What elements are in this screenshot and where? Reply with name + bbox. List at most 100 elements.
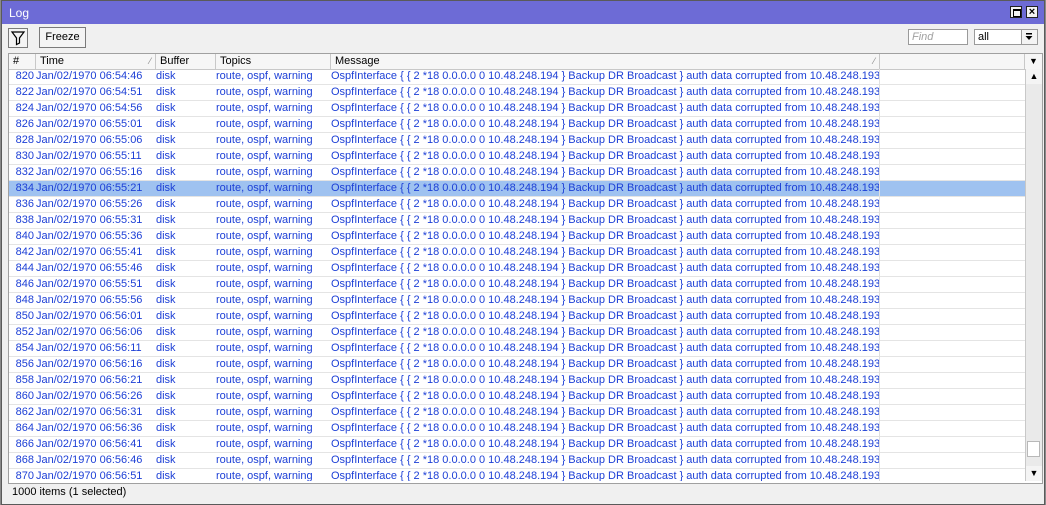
cell-buffer: disk <box>156 390 176 402</box>
column-header-num[interactable]: # <box>9 54 36 69</box>
cell-time: Jan/02/1970 06:56:36 <box>36 422 143 434</box>
cell-buffer: disk <box>156 214 176 226</box>
cell-time: Jan/02/1970 06:56:06 <box>36 326 143 338</box>
cell-buffer: disk <box>156 326 176 338</box>
table-row[interactable]: 862 Jan/02/1970 06:56:31 disk route, ospf, … <box>9 405 1025 421</box>
cell-buffer: disk <box>156 438 176 450</box>
vertical-scrollbar[interactable]: ▲ ▼ <box>1025 69 1042 481</box>
column-num-label: # <box>13 55 20 67</box>
table-row[interactable]: 846 Jan/02/1970 06:55:51 disk route, ospf, … <box>9 277 1025 293</box>
table-row[interactable]: 842 Jan/02/1970 06:55:41 disk route, ospf, … <box>9 245 1025 261</box>
table-row[interactable]: 858 Jan/02/1970 06:56:21 disk route, ospf, … <box>9 373 1025 389</box>
column-divider <box>879 69 880 481</box>
table-row[interactable]: 844 Jan/02/1970 06:55:46 disk route, ospf, … <box>9 261 1025 277</box>
cell-topics: route, ospf, warning <box>216 86 313 98</box>
filter-select[interactable]: all <box>974 29 1038 45</box>
cell-num: 848 <box>15 294 34 306</box>
cell-topics: route, ospf, warning <box>216 166 313 178</box>
column-menu-icon[interactable]: ▼ <box>1025 54 1042 69</box>
filter-select-value: all <box>978 31 990 43</box>
table-row[interactable]: 834 Jan/02/1970 06:55:21 disk route, ospf, … <box>9 181 1025 197</box>
column-header-message[interactable]: Message ⁄ <box>331 54 880 69</box>
cell-topics: route, ospf, warning <box>216 390 313 402</box>
cell-message: OspfInterface { { 2 *18 0.0.0.0 0 10.48.… <box>331 374 879 386</box>
cell-time: Jan/02/1970 06:54:56 <box>36 102 143 114</box>
scroll-up-icon[interactable]: ▲ <box>1026 69 1042 84</box>
scroll-down-icon[interactable]: ▼ <box>1026 466 1042 481</box>
cell-num: 822 <box>15 86 34 98</box>
cell-topics: route, ospf, warning <box>216 214 313 226</box>
table-row[interactable]: 838 Jan/02/1970 06:55:31 disk route, ospf, … <box>9 213 1025 229</box>
cell-message: OspfInterface { { 2 *18 0.0.0.0 0 10.48.… <box>331 438 879 450</box>
table-row[interactable]: 850 Jan/02/1970 06:56:01 disk route, ospf, … <box>9 309 1025 325</box>
cell-topics: route, ospf, warning <box>216 278 313 290</box>
cell-time: Jan/02/1970 06:56:11 <box>36 342 142 354</box>
column-header-topics[interactable]: Topics <box>216 54 331 69</box>
table-row[interactable]: 856 Jan/02/1970 06:56:16 disk route, ospf, … <box>9 357 1025 373</box>
close-icon[interactable]: × <box>1026 6 1038 18</box>
filter-button[interactable] <box>8 28 28 48</box>
cell-num: 832 <box>15 166 34 178</box>
cell-topics: route, ospf, warning <box>216 326 313 338</box>
cell-topics: route, ospf, warning <box>216 70 313 82</box>
freeze-button[interactable]: Freeze <box>39 27 86 48</box>
table-row[interactable]: 820 Jan/02/1970 06:54:46 disk route, ospf, … <box>9 69 1025 85</box>
table-row[interactable]: 854 Jan/02/1970 06:56:11 disk route, ospf, … <box>9 341 1025 357</box>
cell-buffer: disk <box>156 70 176 82</box>
table-row[interactable]: 860 Jan/02/1970 06:56:26 disk route, ospf, … <box>9 389 1025 405</box>
cell-message: OspfInterface { { 2 *18 0.0.0.0 0 10.48.… <box>331 406 879 418</box>
find-input[interactable] <box>908 29 968 45</box>
table-row[interactable]: 868 Jan/02/1970 06:56:46 disk route, ospf, … <box>9 453 1025 469</box>
cell-buffer: disk <box>156 230 176 242</box>
table-row[interactable]: 864 Jan/02/1970 06:56:36 disk route, ospf, … <box>9 421 1025 437</box>
scrollbar-thumb[interactable] <box>1027 441 1040 457</box>
cell-num: 870 <box>15 470 34 481</box>
cell-topics: route, ospf, warning <box>216 406 313 418</box>
cell-time: Jan/02/1970 06:54:51 <box>36 86 143 98</box>
cell-message: OspfInterface { { 2 *18 0.0.0.0 0 10.48.… <box>331 182 879 194</box>
table-row[interactable]: 852 Jan/02/1970 06:56:06 disk route, ospf, … <box>9 325 1025 341</box>
table-row[interactable]: 866 Jan/02/1970 06:56:41 disk route, ospf, … <box>9 437 1025 453</box>
maximize-icon[interactable] <box>1010 6 1022 18</box>
table-row[interactable]: 840 Jan/02/1970 06:55:36 disk route, ospf, … <box>9 229 1025 245</box>
cell-buffer: disk <box>156 134 176 146</box>
table-row[interactable]: 836 Jan/02/1970 06:55:26 disk route, ospf, … <box>9 197 1025 213</box>
dropdown-arrow-icon[interactable] <box>1021 30 1037 44</box>
cell-topics: route, ospf, warning <box>216 230 313 242</box>
column-header-time[interactable]: Time ⁄ <box>36 54 156 69</box>
table-row[interactable]: 826 Jan/02/1970 06:55:01 disk route, ospf, … <box>9 117 1025 133</box>
cell-time: Jan/02/1970 06:55:51 <box>36 278 143 290</box>
status-bar: 1000 items (1 selected) <box>12 486 127 498</box>
table-row[interactable]: 828 Jan/02/1970 06:55:06 disk route, ospf, … <box>9 133 1025 149</box>
cell-buffer: disk <box>156 422 176 434</box>
cell-topics: route, ospf, warning <box>216 182 313 194</box>
cell-topics: route, ospf, warning <box>216 134 313 146</box>
table-row[interactable]: 824 Jan/02/1970 06:54:56 disk route, ospf, … <box>9 101 1025 117</box>
cell-topics: route, ospf, warning <box>216 422 313 434</box>
cell-message: OspfInterface { { 2 *18 0.0.0.0 0 10.48.… <box>331 390 879 402</box>
cell-num: 826 <box>15 118 34 130</box>
table-row[interactable]: 832 Jan/02/1970 06:55:16 disk route, ospf, … <box>9 165 1025 181</box>
cell-num: 842 <box>15 246 34 258</box>
log-table: # Time ⁄ Buffer Topics Message ⁄ ▼ 820 Jan/… <box>8 53 1043 484</box>
cell-buffer: disk <box>156 262 176 274</box>
column-time-label: Time <box>40 55 65 67</box>
cell-num: 858 <box>15 374 34 386</box>
cell-message: OspfInterface { { 2 *18 0.0.0.0 0 10.48.… <box>331 214 879 226</box>
table-row[interactable]: 830 Jan/02/1970 06:55:11 disk route, ospf, … <box>9 149 1025 165</box>
cell-topics: route, ospf, warning <box>216 342 313 354</box>
column-header-buffer[interactable]: Buffer <box>156 54 216 69</box>
toolbar: Freeze all <box>2 24 1044 53</box>
cell-num: 844 <box>15 262 34 274</box>
cell-message: OspfInterface { { 2 *18 0.0.0.0 0 10.48.… <box>331 246 879 258</box>
cell-message: OspfInterface { { 2 *18 0.0.0.0 0 10.48.… <box>331 134 879 146</box>
table-row[interactable]: 870 Jan/02/1970 06:56:51 disk route, ospf, … <box>9 469 1025 481</box>
title-bar[interactable]: Log × <box>2 1 1044 24</box>
table-row[interactable]: 848 Jan/02/1970 06:55:56 disk route, ospf, … <box>9 293 1025 309</box>
cell-buffer: disk <box>156 198 176 210</box>
cell-buffer: disk <box>156 166 176 178</box>
window-title: Log <box>9 6 30 20</box>
sort-icon: ⁄ <box>873 56 875 66</box>
cell-buffer: disk <box>156 150 176 162</box>
table-row[interactable]: 822 Jan/02/1970 06:54:51 disk route, ospf, … <box>9 85 1025 101</box>
